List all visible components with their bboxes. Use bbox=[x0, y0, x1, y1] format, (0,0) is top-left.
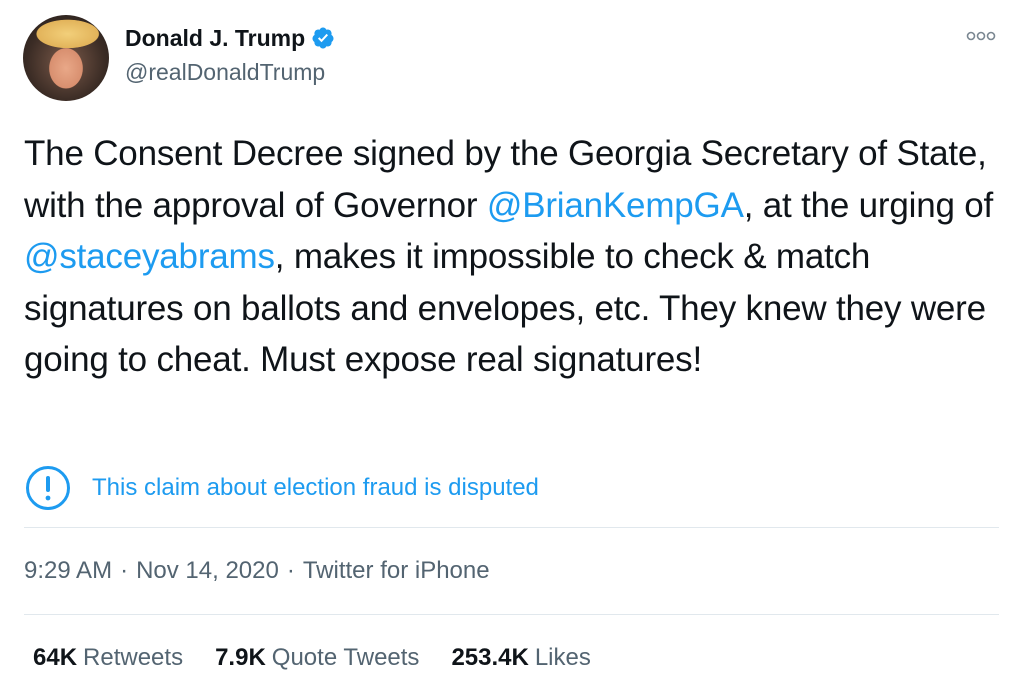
disputed-claim-notice[interactable]: This claim about election fraud is dispu… bbox=[24, 464, 539, 512]
tweet-metadata: 9:29 AM · Nov 14, 2020 · Twitter for iPh… bbox=[24, 556, 490, 586]
mention-link-staceyabrams[interactable]: @staceyabrams bbox=[24, 237, 275, 276]
info-exclamation-icon bbox=[26, 466, 70, 510]
tweet-source[interactable]: Twitter for iPhone bbox=[303, 556, 490, 586]
tweet-text: The Consent Decree signed by the Georgia… bbox=[24, 128, 1009, 386]
verified-badge-icon bbox=[312, 27, 334, 49]
tweet-text-part: , at the urging of bbox=[743, 185, 994, 225]
author-display-name[interactable]: Donald J. Trump bbox=[125, 24, 305, 52]
author-name-row: Donald J. Trump bbox=[125, 24, 335, 52]
quote-tweets-stat[interactable]: 7.9K Quote Tweets bbox=[215, 643, 419, 673]
mention-link-briankempga[interactable]: @BrianKempGA bbox=[487, 186, 744, 225]
likes-stat[interactable]: 253.4K Likes bbox=[451, 643, 590, 673]
retweets-label: Retweets bbox=[83, 644, 184, 671]
avatar[interactable] bbox=[23, 15, 109, 101]
tweet-time[interactable]: 9:29 AM bbox=[24, 556, 112, 586]
quote-tweets-label: Quote Tweets bbox=[271, 644, 420, 671]
tweet-card: Donald J. Trump @realDonaldTrump The Con… bbox=[0, 0, 1023, 682]
more-options-icon[interactable] bbox=[966, 28, 996, 44]
quote-tweets-count: 7.9K bbox=[215, 644, 266, 671]
tweet-stats: 64K Retweets 7.9K Quote Tweets 253.4K Li… bbox=[33, 643, 623, 673]
divider bbox=[24, 527, 999, 528]
likes-label: Likes bbox=[534, 644, 591, 671]
meta-separator: · bbox=[286, 557, 295, 584]
disputed-claim-text[interactable]: This claim about election fraud is dispu… bbox=[92, 473, 539, 503]
meta-separator: · bbox=[120, 557, 129, 584]
retweets-stat[interactable]: 64K Retweets bbox=[33, 643, 183, 673]
divider bbox=[24, 614, 999, 615]
likes-count: 253.4K bbox=[451, 644, 529, 671]
author-handle[interactable]: @realDonaldTrump bbox=[125, 58, 325, 86]
tweet-date[interactable]: Nov 14, 2020 bbox=[136, 556, 279, 586]
retweets-count: 64K bbox=[33, 644, 78, 671]
